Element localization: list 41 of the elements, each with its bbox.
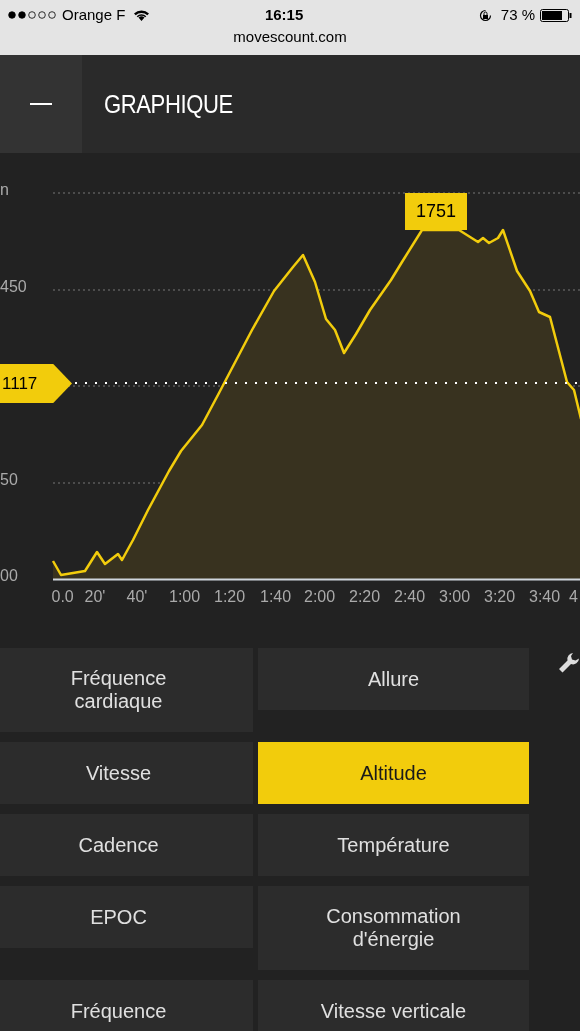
signal-icon (8, 11, 58, 19)
metric-button[interactable]: Altitude (258, 742, 529, 804)
url-address[interactable]: movescount.com (233, 26, 347, 49)
rotation-lock-icon (477, 7, 493, 23)
x-axis-label: 3:00 (439, 588, 471, 606)
x-axis-label: 1:20 (214, 588, 246, 606)
x-axis-label: 4 (569, 588, 578, 606)
wifi-icon (133, 9, 151, 21)
metric-button[interactable]: Température (258, 814, 529, 876)
x-axis-label: 0.0 (51, 588, 74, 606)
x-axis-label: 2:00 (304, 588, 336, 606)
menu-button[interactable] (0, 55, 82, 153)
metric-button[interactable]: Fréquence (0, 980, 253, 1031)
x-axis-label: 3:20 (484, 588, 516, 606)
metric-button[interactable]: Cadence (0, 814, 253, 876)
wrench-icon (558, 652, 580, 674)
clock-time: 16:15 (263, 4, 305, 25)
x-axis-label: 3:40 (529, 588, 561, 606)
x-axis-label: 2:20 (349, 588, 381, 606)
cursor-value-marker: 1117 (0, 364, 72, 403)
metric-button[interactable]: Vitesse (0, 742, 253, 804)
metric-button[interactable]: Vitesse verticale (258, 980, 529, 1031)
x-axis-label: 20' (84, 588, 106, 606)
minus-icon (30, 103, 52, 105)
y-axis-label: 450 (0, 278, 27, 296)
battery-percent: 73 % (500, 4, 535, 25)
metric-button[interactable]: Consommation d'énergie (258, 886, 529, 970)
metric-button[interactable]: Fréquence cardiaque (0, 648, 253, 732)
x-axis-label: 1:40 (260, 588, 292, 606)
battery-icon (540, 8, 572, 22)
peak-value-label: 1751 (405, 193, 467, 230)
y-axis-label: 50 (0, 471, 18, 489)
metric-button[interactable]: EPOC (0, 886, 253, 948)
x-axis-label: 1:00 (169, 588, 201, 606)
y-axis-label: n (0, 181, 9, 199)
metric-button[interactable]: Allure (258, 648, 529, 710)
y-axis-label: 00 (0, 567, 18, 585)
x-axis-label: 2:40 (394, 588, 426, 606)
x-axis-label: 40' (126, 588, 148, 606)
page-title: GRAPHIQUE (104, 87, 233, 121)
carrier-name: Orange F (62, 4, 126, 25)
